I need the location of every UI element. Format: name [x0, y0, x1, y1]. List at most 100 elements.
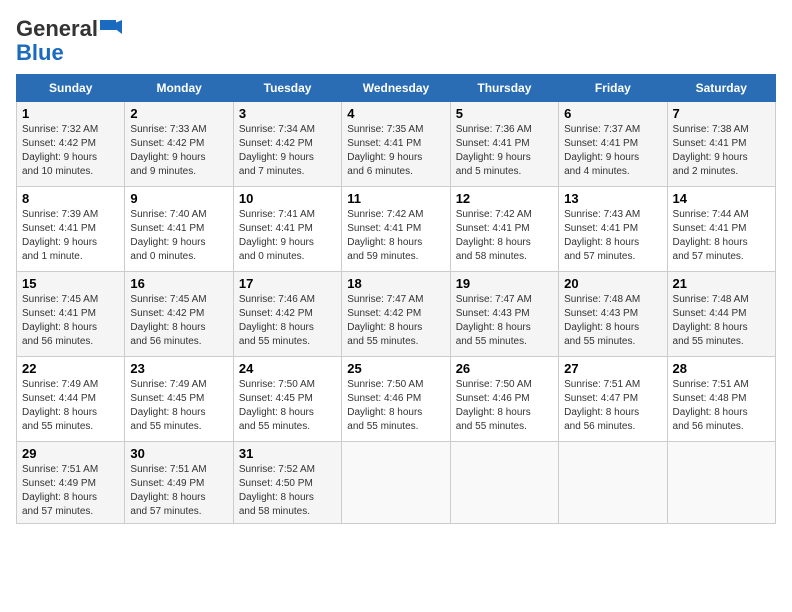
calendar-day-cell: 7 Sunrise: 7:38 AM Sunset: 4:41 PM Daylig…	[667, 102, 775, 187]
day-number: 9	[130, 191, 227, 206]
calendar-day-cell: 27Sunrise: 7:51 AM Sunset: 4:47 PM Dayli…	[559, 357, 667, 442]
day-number: 12	[456, 191, 553, 206]
day-number: 31	[239, 446, 336, 461]
day-info: Sunrise: 7:47 AM Sunset: 4:43 PM Dayligh…	[456, 293, 553, 349]
day-info: Sunrise: 7:46 AM Sunset: 4:42 PM Dayligh…	[239, 293, 336, 349]
day-info: Sunrise: 7:51 AM Sunset: 4:49 PM Dayligh…	[130, 463, 227, 519]
day-info: Sunrise: 7:47 AM Sunset: 4:42 PM Dayligh…	[347, 293, 444, 349]
day-info: Sunrise: 7:37 AM Sunset: 4:41 PM Dayligh…	[564, 123, 661, 179]
day-info: Sunrise: 7:50 AM Sunset: 4:46 PM Dayligh…	[347, 378, 444, 434]
calendar-day-cell: 19Sunrise: 7:47 AM Sunset: 4:43 PM Dayli…	[450, 272, 558, 357]
day-number: 11	[347, 191, 444, 206]
day-number: 22	[22, 361, 119, 376]
calendar-day-cell: 17 Sunrise: 7:46 AM Sunset: 4:42 PM Dayli…	[233, 272, 341, 357]
day-number: 13	[564, 191, 661, 206]
day-info: Sunrise: 7:49 AM Sunset: 4:44 PM Dayligh…	[22, 378, 119, 434]
day-info: Sunrise: 7:51 AM Sunset: 4:48 PM Dayligh…	[673, 378, 770, 434]
calendar-day-cell: 23 Sunrise: 7:49 AM Sunset: 4:45 PM Dayli…	[125, 357, 233, 442]
day-number: 16	[130, 276, 227, 291]
day-info: Sunrise: 7:50 AM Sunset: 4:45 PM Dayligh…	[239, 378, 336, 434]
day-number: 24	[239, 361, 336, 376]
day-number: 10	[239, 191, 336, 206]
day-number: 30	[130, 446, 227, 461]
day-number: 3	[239, 106, 336, 121]
day-number: 20	[564, 276, 661, 291]
day-number: 17	[239, 276, 336, 291]
calendar-day-cell: 11 Sunrise: 7:42 AM Sunset: 4:41 PM Dayli…	[342, 187, 450, 272]
calendar-day-cell: 13 Sunrise: 7:43 AM Sunset: 4:41 PM Dayli…	[559, 187, 667, 272]
calendar-header-wednesday: Wednesday	[342, 75, 450, 102]
page-header: General Blue	[16, 16, 776, 66]
day-info: Sunrise: 7:40 AM Sunset: 4:41 PM Dayligh…	[130, 208, 227, 264]
day-info: Sunrise: 7:34 AM Sunset: 4:42 PM Dayligh…	[239, 123, 336, 179]
calendar-day-cell: 20 Sunrise: 7:48 AM Sunset: 4:43 PM Dayli…	[559, 272, 667, 357]
day-number: 15	[22, 276, 119, 291]
day-info: Sunrise: 7:45 AM Sunset: 4:42 PM Dayligh…	[130, 293, 227, 349]
calendar-day-cell: 31Sunrise: 7:52 AM Sunset: 4:50 PM Dayli…	[233, 442, 341, 524]
calendar-day-cell: 8 Sunrise: 7:39 AM Sunset: 4:41 PM Daylig…	[17, 187, 125, 272]
calendar-week-row: 15Sunrise: 7:45 AM Sunset: 4:41 PM Dayli…	[17, 272, 776, 357]
calendar-day-cell: 4Sunrise: 7:35 AM Sunset: 4:41 PM Daylig…	[342, 102, 450, 187]
calendar-header-friday: Friday	[559, 75, 667, 102]
calendar-header-tuesday: Tuesday	[233, 75, 341, 102]
day-number: 6	[564, 106, 661, 121]
day-number: 25	[347, 361, 444, 376]
day-number: 29	[22, 446, 119, 461]
calendar-day-cell: 22 Sunrise: 7:49 AM Sunset: 4:44 PM Dayli…	[17, 357, 125, 442]
day-number: 28	[673, 361, 770, 376]
calendar-week-row: 29 Sunrise: 7:51 AM Sunset: 4:49 PM Dayli…	[17, 442, 776, 524]
calendar-day-cell	[342, 442, 450, 524]
day-info: Sunrise: 7:42 AM Sunset: 4:41 PM Dayligh…	[347, 208, 444, 264]
day-number: 18	[347, 276, 444, 291]
calendar-week-row: 8 Sunrise: 7:39 AM Sunset: 4:41 PM Daylig…	[17, 187, 776, 272]
day-info: Sunrise: 7:39 AM Sunset: 4:41 PM Dayligh…	[22, 208, 119, 264]
day-number: 4	[347, 106, 444, 121]
calendar-day-cell: 25 Sunrise: 7:50 AM Sunset: 4:46 PM Dayli…	[342, 357, 450, 442]
calendar-day-cell: 5Sunrise: 7:36 AM Sunset: 4:41 PM Daylig…	[450, 102, 558, 187]
calendar-header-monday: Monday	[125, 75, 233, 102]
calendar-day-cell: 9 Sunrise: 7:40 AM Sunset: 4:41 PM Daylig…	[125, 187, 233, 272]
calendar-day-cell: 14 Sunrise: 7:44 AM Sunset: 4:41 PM Dayli…	[667, 187, 775, 272]
day-info: Sunrise: 7:44 AM Sunset: 4:41 PM Dayligh…	[673, 208, 770, 264]
day-info: Sunrise: 7:43 AM Sunset: 4:41 PM Dayligh…	[564, 208, 661, 264]
calendar-week-row: 22 Sunrise: 7:49 AM Sunset: 4:44 PM Dayli…	[17, 357, 776, 442]
day-info: Sunrise: 7:38 AM Sunset: 4:41 PM Dayligh…	[673, 123, 770, 179]
calendar-day-cell: 12 Sunrise: 7:42 AM Sunset: 4:41 PM Dayli…	[450, 187, 558, 272]
calendar-day-cell: 26 Sunrise: 7:50 AM Sunset: 4:46 PM Dayli…	[450, 357, 558, 442]
calendar-day-cell	[450, 442, 558, 524]
calendar-day-cell: 2 Sunrise: 7:33 AM Sunset: 4:42 PM Daylig…	[125, 102, 233, 187]
day-info: Sunrise: 7:42 AM Sunset: 4:41 PM Dayligh…	[456, 208, 553, 264]
logo-icon	[100, 20, 122, 38]
calendar-header-row: SundayMondayTuesdayWednesdayThursdayFrid…	[17, 75, 776, 102]
calendar-day-cell	[667, 442, 775, 524]
logo-blue-text: Blue	[16, 40, 64, 66]
day-info: Sunrise: 7:51 AM Sunset: 4:49 PM Dayligh…	[22, 463, 119, 519]
day-number: 7	[673, 106, 770, 121]
day-info: Sunrise: 7:32 AM Sunset: 4:42 PM Dayligh…	[22, 123, 119, 179]
day-number: 2	[130, 106, 227, 121]
day-info: Sunrise: 7:33 AM Sunset: 4:42 PM Dayligh…	[130, 123, 227, 179]
calendar-day-cell: 30 Sunrise: 7:51 AM Sunset: 4:49 PM Dayli…	[125, 442, 233, 524]
logo: General Blue	[16, 16, 122, 66]
day-number: 8	[22, 191, 119, 206]
calendar-header-saturday: Saturday	[667, 75, 775, 102]
day-info: Sunrise: 7:48 AM Sunset: 4:43 PM Dayligh…	[564, 293, 661, 349]
logo-general-text: General	[16, 16, 98, 42]
calendar-day-cell: 10Sunrise: 7:41 AM Sunset: 4:41 PM Dayli…	[233, 187, 341, 272]
day-number: 23	[130, 361, 227, 376]
day-info: Sunrise: 7:50 AM Sunset: 4:46 PM Dayligh…	[456, 378, 553, 434]
calendar-day-cell: 15Sunrise: 7:45 AM Sunset: 4:41 PM Dayli…	[17, 272, 125, 357]
calendar-day-cell: 21 Sunrise: 7:48 AM Sunset: 4:44 PM Dayli…	[667, 272, 775, 357]
calendar-day-cell: 28 Sunrise: 7:51 AM Sunset: 4:48 PM Dayli…	[667, 357, 775, 442]
day-info: Sunrise: 7:48 AM Sunset: 4:44 PM Dayligh…	[673, 293, 770, 349]
day-info: Sunrise: 7:49 AM Sunset: 4:45 PM Dayligh…	[130, 378, 227, 434]
day-info: Sunrise: 7:51 AM Sunset: 4:47 PM Dayligh…	[564, 378, 661, 434]
calendar-day-cell: 29 Sunrise: 7:51 AM Sunset: 4:49 PM Dayli…	[17, 442, 125, 524]
calendar-day-cell: 24 Sunrise: 7:50 AM Sunset: 4:45 PM Dayli…	[233, 357, 341, 442]
day-number: 21	[673, 276, 770, 291]
day-number: 14	[673, 191, 770, 206]
day-number: 5	[456, 106, 553, 121]
day-number: 1	[22, 106, 119, 121]
calendar-day-cell: 1 Sunrise: 7:32 AM Sunset: 4:42 PM Daylig…	[17, 102, 125, 187]
day-number: 26	[456, 361, 553, 376]
